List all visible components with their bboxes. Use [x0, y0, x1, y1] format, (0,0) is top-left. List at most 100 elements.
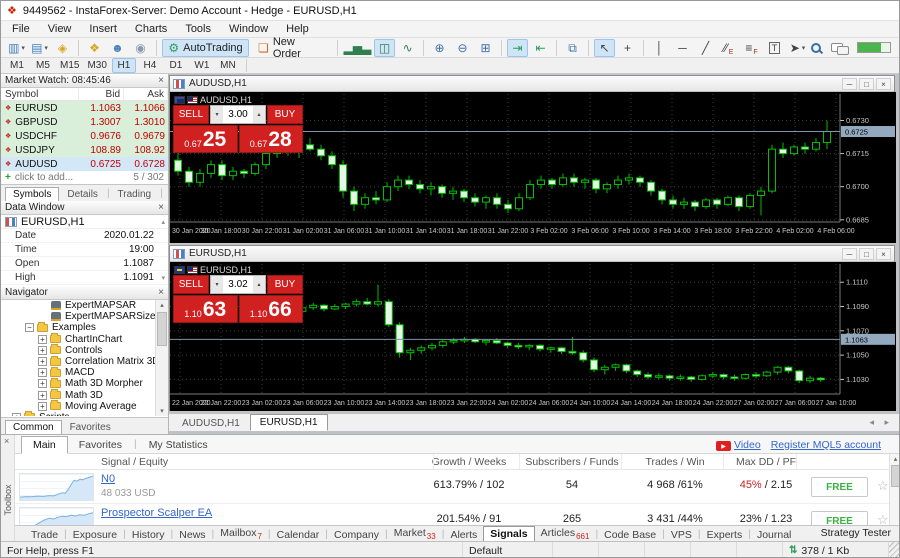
toolbox-tab-trade[interactable]: Trade	[25, 528, 64, 542]
timeframe-w1[interactable]: W1	[190, 58, 214, 73]
chart-shift-button[interactable]: ⇤	[530, 39, 551, 57]
toolbox-tab-market[interactable]: Market33	[388, 526, 442, 542]
timeframe-m5[interactable]: M5	[31, 58, 55, 73]
click-to-add-row[interactable]: + click to add... 5 / 302	[1, 171, 168, 184]
nav-item-correlation-matrix-3d[interactable]: +Correlation Matrix 3D	[1, 356, 155, 367]
close-icon[interactable]: ×	[158, 203, 164, 213]
close-icon[interactable]: ×	[4, 436, 9, 446]
maximize-chart-icon[interactable]: □	[859, 78, 874, 90]
volume-down-icon[interactable]: ▾	[211, 276, 223, 293]
autotrading-button[interactable]: ⚙AutoTrading	[162, 39, 249, 57]
buy-price[interactable]: 0.6728	[239, 125, 304, 153]
toolbox-tab-company[interactable]: Company	[328, 528, 385, 542]
timeframe-m15[interactable]: M15	[57, 58, 82, 73]
navigator-scrollbar[interactable]: ▴ ▾	[155, 300, 168, 416]
candle-chart-type-button[interactable]: ◫	[374, 39, 395, 57]
column-subscribers-funds[interactable]: Subscribers / Funds	[525, 456, 618, 468]
column-signal-equity[interactable]: Signal / Equity	[101, 456, 168, 468]
deposit-button[interactable]: ❖	[84, 39, 105, 57]
column-trades-win[interactable]: Trades / Win	[645, 456, 704, 468]
column-bid[interactable]: Bid	[79, 88, 124, 100]
chat-icon[interactable]	[831, 41, 849, 55]
market-row-gbpusd[interactable]: ❖GBPUSD1.30071.3010	[1, 115, 168, 129]
tab-favorites[interactable]: Favorites	[63, 421, 118, 434]
horizontal-line-button[interactable]: ─	[672, 39, 693, 57]
nav-item-math-3d[interactable]: +Math 3D	[1, 390, 155, 401]
account-button[interactable]: ☻	[107, 39, 128, 57]
close-chart-icon[interactable]: ×	[876, 78, 891, 90]
add-symbol-label[interactable]: click to add...	[15, 172, 73, 183]
volume-stepper[interactable]: ▾3.00▴	[210, 105, 266, 124]
vertical-line-button[interactable]: │	[649, 39, 670, 57]
zoom-out-button[interactable]: ⊖	[452, 39, 473, 57]
scroll-up-icon[interactable]: ▴	[161, 218, 165, 226]
nav-item-expertmapsarsizeoptim[interactable]: ExpertMAPSARSizeOptim	[1, 311, 155, 322]
toolbox-tab-news[interactable]: News	[173, 528, 211, 542]
add-symbol-icon[interactable]: +	[5, 172, 11, 183]
volume-value[interactable]: 3.02	[223, 276, 253, 293]
maximize-chart-icon[interactable]: □	[859, 248, 874, 260]
tab-details[interactable]: Details	[60, 188, 105, 201]
column-max-dd-pf[interactable]: Max DD / PF	[736, 456, 796, 468]
market-row-usdjpy[interactable]: ❖USDJPY108.89108.92	[1, 143, 168, 157]
minimize-chart-icon[interactable]: ─	[842, 248, 857, 260]
objects-arrow-dropdown-icon[interactable]: ▾	[802, 44, 806, 52]
chart-tab-eurusd-h1[interactable]: EURUSD,H1	[250, 414, 328, 431]
toolbox-tab-alerts[interactable]: Alerts	[444, 528, 483, 542]
line-chart-type-button[interactable]: ∿	[397, 39, 418, 57]
volume-stepper[interactable]: ▾3.02▴	[210, 275, 266, 294]
new-order-button[interactable]: ❏New Order	[251, 39, 332, 57]
strategy-tester-label[interactable]: Strategy Tester	[821, 527, 900, 542]
toolbox-tab-journal[interactable]: Journal	[751, 528, 797, 542]
scrollbar-thumb[interactable]	[891, 465, 900, 487]
expand-icon[interactable]: +	[38, 379, 47, 388]
chart-window-titlebar[interactable]: AUDUSD,H1─□×	[170, 76, 894, 92]
resize-grip[interactable]	[889, 542, 900, 558]
timeframe-d1[interactable]: D1	[164, 58, 188, 73]
equidistant-channel-button[interactable]: ⁄⁄E	[718, 39, 739, 57]
free-price-button[interactable]: FREE	[811, 477, 868, 497]
volume-down-icon[interactable]: ▾	[211, 106, 223, 123]
search-icon[interactable]	[809, 41, 823, 55]
nav-item-macd[interactable]: +MACD	[1, 367, 155, 378]
menu-tools[interactable]: Tools	[176, 21, 220, 37]
expand-icon[interactable]: +	[38, 368, 47, 377]
close-icon[interactable]: ×	[158, 288, 164, 298]
signal-name-link[interactable]: N0	[101, 473, 115, 485]
tab-trading[interactable]: Trading	[111, 188, 159, 201]
timeframe-m1[interactable]: M1	[5, 58, 29, 73]
nav-item-controls[interactable]: +Controls	[1, 345, 155, 356]
minimize-chart-icon[interactable]: ─	[842, 78, 857, 90]
favorite-star-icon[interactable]: ☆	[877, 478, 889, 494]
timeframe-m30[interactable]: M30	[84, 58, 109, 73]
market-row-eurusd[interactable]: ❖EURUSD1.10631.1066	[1, 101, 168, 115]
scroll-up-icon[interactable]: ▴	[156, 301, 168, 309]
nav-item-expertmapsar[interactable]: ExpertMAPSAR	[1, 300, 155, 311]
nav-item-moving-average[interactable]: +Moving Average	[1, 401, 155, 412]
cursor-button[interactable]: ↖	[594, 39, 615, 57]
profiles-dropdown-icon[interactable]: ▾	[44, 44, 48, 52]
expand-icon[interactable]: +	[38, 335, 47, 344]
menu-view[interactable]: View	[39, 21, 81, 37]
status-profile[interactable]: Default	[463, 542, 553, 558]
zoom-in-button[interactable]: ⊕	[429, 39, 450, 57]
favorite-star-icon[interactable]: ☆	[877, 512, 889, 525]
expand-icon[interactable]: +	[12, 413, 21, 416]
sell-button[interactable]: SELL	[173, 105, 209, 124]
expand-icon[interactable]: +	[38, 391, 47, 400]
new-chart-dropdown-icon[interactable]: ▾	[21, 44, 25, 52]
toolbox-tab-articles[interactable]: Articles661	[535, 526, 596, 542]
tab-symbols[interactable]: Symbols	[5, 187, 59, 201]
nav-item-math-3d-morpher[interactable]: +Math 3D Morpher	[1, 378, 155, 389]
scroll-up-icon[interactable]: ▴	[890, 455, 900, 463]
new-chart-button[interactable]: ▥▾	[6, 39, 27, 57]
signals-tab-my-statistics[interactable]: My Statistics	[138, 437, 219, 453]
volume-up-icon[interactable]: ▴	[253, 276, 265, 293]
profiles-button[interactable]: ▤▾	[29, 39, 50, 57]
timeframe-h4[interactable]: H4	[138, 58, 162, 73]
column-growth-weeks[interactable]: Growth / Weeks	[432, 456, 507, 468]
signals-tab-favorites[interactable]: Favorites	[68, 437, 133, 453]
timeframe-h1[interactable]: H1	[112, 58, 136, 73]
toolbox-tab-experts[interactable]: Experts	[701, 528, 749, 542]
signal-name-link[interactable]: Prospector Scalper EA	[101, 507, 212, 519]
